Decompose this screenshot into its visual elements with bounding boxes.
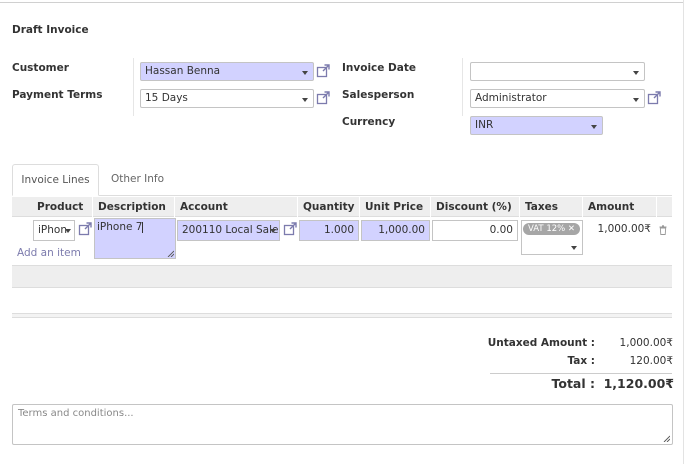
- account-select[interactable]: 200110 Local Sale: [177, 220, 280, 241]
- customer-label: Customer: [12, 62, 69, 74]
- chevron-down-icon: [571, 246, 577, 250]
- customer-value: Hassan Benna: [145, 65, 221, 77]
- col-product[interactable]: Product: [37, 201, 83, 213]
- col-taxes[interactable]: Taxes: [525, 201, 558, 213]
- external-link-icon[interactable]: [283, 222, 297, 236]
- divider: [462, 58, 463, 116]
- tab-invoice-lines[interactable]: Invoice Lines: [12, 164, 99, 196]
- tax-label: Tax :: [567, 355, 595, 367]
- salesperson-label: Salesperson: [342, 89, 415, 101]
- terms-placeholder: Terms and conditions...: [18, 408, 134, 419]
- col-divider: [519, 197, 520, 217]
- chevron-down-icon: [633, 98, 639, 102]
- chevron-down-icon: [633, 71, 639, 75]
- amount-value: 1,000.00₹: [597, 223, 651, 235]
- col-divider: [656, 197, 657, 217]
- discount-input[interactable]: 0.00: [432, 220, 518, 241]
- currency-label: Currency: [342, 116, 396, 128]
- add-item-link[interactable]: Add an item: [17, 247, 81, 259]
- external-link-icon[interactable]: [647, 91, 661, 105]
- chevron-down-icon: [65, 229, 71, 233]
- chevron-down-icon: [591, 125, 597, 129]
- currency-value: INR: [475, 119, 494, 131]
- unit-price-input[interactable]: 1,000.00: [361, 220, 430, 241]
- account-value: 200110 Local Sale: [182, 224, 279, 236]
- totals-divider: [490, 373, 672, 374]
- col-divider: [174, 197, 175, 217]
- customer-select[interactable]: Hassan Benna: [140, 62, 314, 81]
- currency-select[interactable]: INR: [470, 116, 603, 135]
- trash-icon[interactable]: [659, 225, 667, 235]
- page-title: Draft Invoice: [12, 24, 89, 36]
- description-textarea[interactable]: iPhone 7: [94, 218, 176, 259]
- close-icon[interactable]: ✕: [568, 224, 575, 234]
- section-divider: [12, 313, 672, 318]
- tax-value: 120.00₹: [629, 355, 673, 367]
- col-divider: [92, 197, 93, 217]
- product-select[interactable]: iPhon: [33, 220, 75, 241]
- untaxed-amount-value: 1,000.00₹: [619, 337, 673, 349]
- top-border: [0, 2, 684, 3]
- col-divider: [297, 197, 298, 217]
- total-value: 1,120.00₹: [603, 376, 674, 391]
- quantity-input[interactable]: 1.000: [299, 220, 359, 241]
- taxes-field[interactable]: VAT 12% ✕: [521, 220, 583, 255]
- col-divider: [430, 197, 431, 217]
- tax-tag-label: VAT 12%: [528, 224, 566, 234]
- col-description[interactable]: Description: [98, 201, 166, 213]
- col-divider: [582, 197, 583, 217]
- invoice-date-label: Invoice Date: [342, 62, 416, 74]
- col-divider: [359, 197, 360, 217]
- external-link-icon[interactable]: [316, 64, 330, 78]
- description-value: iPhone 7: [97, 221, 143, 233]
- table-row: iPhon iPhone 7 200110 Local Sale 1.000 1…: [12, 217, 672, 259]
- external-link-icon[interactable]: [78, 222, 92, 236]
- salesperson-select[interactable]: Administrator: [470, 89, 645, 108]
- col-quantity[interactable]: Quantity: [303, 201, 354, 213]
- col-discount[interactable]: Discount (%): [436, 201, 512, 213]
- resize-handle-icon[interactable]: [663, 435, 670, 442]
- lines-table-header: Product Description Account Quantity Uni…: [12, 197, 672, 217]
- resize-handle-icon[interactable]: [167, 250, 174, 257]
- payment-terms-select[interactable]: 15 Days: [140, 89, 314, 108]
- text-cursor: [142, 221, 144, 233]
- external-link-icon[interactable]: [316, 91, 330, 105]
- payment-terms-label: Payment Terms: [12, 89, 103, 101]
- divider: [133, 58, 134, 116]
- terms-textarea[interactable]: Terms and conditions...: [12, 404, 673, 445]
- total-label: Total :: [551, 376, 596, 391]
- chevron-down-icon: [302, 98, 308, 102]
- col-unit-price[interactable]: Unit Price: [365, 201, 423, 213]
- col-amount[interactable]: Amount: [588, 201, 634, 213]
- invoice-date-field[interactable]: [470, 62, 645, 81]
- product-value: iPhon: [38, 224, 67, 236]
- tab-other-info[interactable]: Other Info: [100, 164, 175, 196]
- salesperson-value: Administrator: [475, 92, 547, 104]
- untaxed-amount-label: Untaxed Amount :: [487, 337, 595, 349]
- table-footer: [12, 265, 672, 288]
- chevron-down-icon: [270, 229, 276, 233]
- tax-tag: VAT 12% ✕: [523, 223, 581, 235]
- payment-terms-value: 15 Days: [145, 92, 188, 104]
- col-account[interactable]: Account: [180, 201, 228, 213]
- chevron-down-icon: [302, 71, 308, 75]
